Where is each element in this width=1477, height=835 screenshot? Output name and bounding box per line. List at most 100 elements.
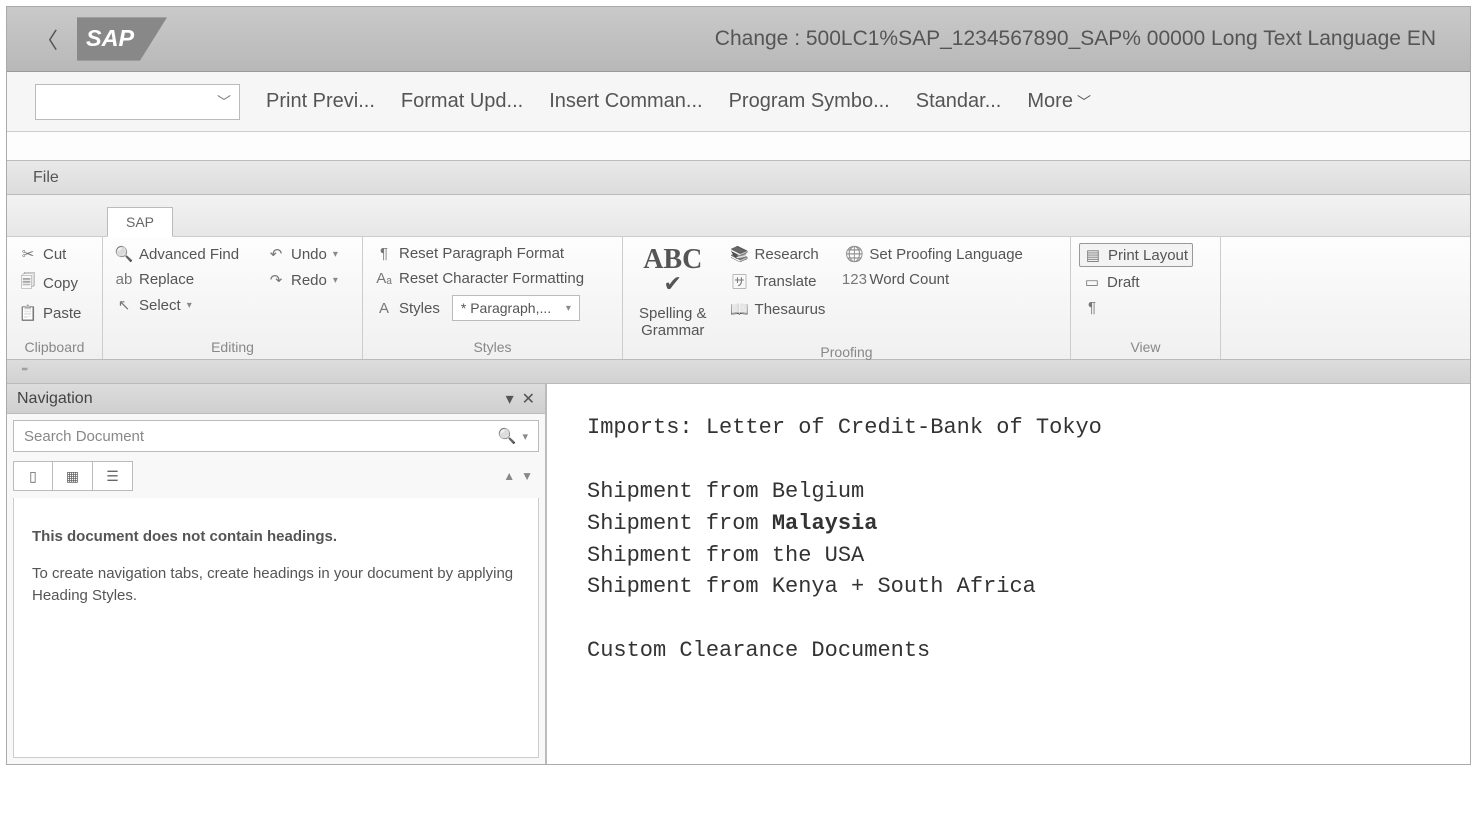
doc-line4a: Shipment from [587, 511, 772, 536]
sap-toolbar: ﹀ Print Previ... Format Upd... Insert Co… [7, 72, 1470, 132]
paste-icon: 📋 [19, 304, 37, 322]
tab-sap[interactable]: SAP [107, 207, 173, 237]
advanced-find-label: Advanced Find [139, 246, 239, 263]
app-window: 〈 SAP Change : 500LC1%SAP_1234567890_SAP… [6, 6, 1471, 765]
doc-line8: Custom Clearance Documents [587, 638, 930, 663]
copy-icon: 🗐 [19, 271, 37, 296]
styles-dropdown-value: * Paragraph,... [461, 300, 551, 316]
spellcheck-icon: ABC ✔ [643, 245, 702, 302]
language-icon: 🌐 [845, 245, 863, 263]
draft-label: Draft [1107, 274, 1140, 291]
reset-char-icon: Aₐ [375, 270, 393, 287]
styles-icon: A [375, 300, 393, 317]
copy-button[interactable]: 🗐Copy [15, 269, 85, 298]
navigation-pane: Navigation ▾ ✕ Search Document 🔍 ▾ ▯ ▦ [7, 384, 547, 764]
nav-down-icon[interactable]: ▼ [521, 469, 533, 483]
toolbar-more-label: More [1027, 90, 1073, 112]
advanced-find-button[interactable]: 🔍 Advanced Find [111, 243, 257, 265]
command-field[interactable]: ﹀ [35, 84, 240, 120]
word-count-icon: 123 [845, 271, 863, 288]
menu-file[interactable]: File [33, 169, 59, 187]
set-lang-label: Set Proofing Language [869, 246, 1022, 263]
spelling-label: Spelling & Grammar [639, 306, 707, 339]
undo-label: Undo [291, 246, 327, 263]
select-label: Select [139, 297, 181, 314]
binoculars-icon: 🔍 [115, 245, 133, 263]
nav-tab-pages[interactable]: ▦ [53, 461, 93, 491]
cut-button[interactable]: ✂Cut [15, 243, 85, 265]
translate-button[interactable]: 🈂 Translate [727, 269, 830, 294]
navigation-tabs: ▯ ▦ ☰ ▲ ▼ [13, 460, 539, 492]
group-styles: ¶ Reset Paragraph Format Aₐ Reset Characte… [363, 237, 623, 359]
chevron-down-icon: ▾ [187, 300, 192, 311]
word-menubar: File [7, 161, 1470, 195]
research-button[interactable]: 📚 Research [727, 243, 830, 265]
nav-msg-hint: To create navigation tabs, create headin… [32, 563, 520, 608]
word-count-button[interactable]: 123Word Count [841, 269, 1026, 290]
ribbon-tabstrip: SAP [7, 195, 1470, 237]
paste-button[interactable]: 📋Paste [15, 302, 85, 324]
back-button[interactable]: 〈 [21, 13, 73, 65]
search-placeholder: Search Document [24, 428, 144, 445]
nav-close-icon[interactable]: ✕ [522, 389, 535, 409]
show-marks-button[interactable]: ¶ [1079, 297, 1193, 318]
replace-button[interactable]: abReplace [111, 269, 257, 290]
thesaurus-icon: 📖 [731, 300, 749, 318]
research-label: Research [755, 246, 819, 263]
reset-character-button[interactable]: Aₐ Reset Character Formatting [371, 268, 588, 289]
navigation-title-bar: Navigation ▾ ✕ [7, 384, 545, 414]
nav-msg-no-headings: This document does not contain headings. [32, 526, 520, 549]
styles-label: Styles [399, 300, 440, 317]
undo-icon: ↶ [267, 245, 285, 263]
draft-button[interactable]: ▭Draft [1079, 271, 1193, 293]
print-layout-label: Print Layout [1108, 247, 1188, 264]
spelling-grammar-button[interactable]: ABC ✔ Spelling & Grammar [631, 243, 715, 341]
nav-dropdown-icon[interactable]: ▾ [506, 389, 514, 409]
doc-line6: Shipment from Kenya + South Africa [587, 574, 1036, 599]
translate-label: Translate [755, 273, 817, 290]
chevron-down-icon: ▾ [333, 275, 338, 286]
toolbar-insert-command[interactable]: Insert Comman... [549, 90, 702, 113]
styles-button[interactable]: A Styles [371, 298, 444, 319]
sap-logo: SAP [77, 17, 167, 61]
translate-icon: 🈂 [731, 271, 749, 292]
doc-line5: Shipment from the USA [587, 543, 864, 568]
reset-char-label: Reset Character Formatting [399, 270, 584, 287]
group-styles-label: Styles [371, 336, 614, 359]
pilcrow-icon: ¶ [1083, 299, 1101, 316]
group-view: ▤Print Layout ▭Draft ¶ View [1071, 237, 1221, 359]
redo-label: Redo [291, 272, 327, 289]
undo-button[interactable]: ↶Undo ▾ [263, 243, 342, 265]
group-view-label: View [1079, 336, 1212, 359]
nav-up-icon[interactable]: ▲ [503, 469, 515, 483]
nav-tab-results[interactable]: ☰ [93, 461, 133, 491]
reset-para-icon: ¶ [375, 245, 393, 262]
navigation-search-input[interactable]: Search Document 🔍 ▾ [13, 420, 539, 452]
group-clipboard: ✂Cut 🗐Copy 📋Paste Clipboard [7, 237, 103, 359]
styles-dropdown[interactable]: * Paragraph,... ▾ [452, 295, 580, 321]
thesaurus-button[interactable]: 📖Thesaurus [727, 298, 830, 320]
navigation-body: This document does not contain headings.… [13, 498, 539, 758]
chevron-down-icon: ▾ [566, 303, 571, 314]
group-proofing: ABC ✔ Spelling & Grammar 📚 Research 🈂 Tran… [623, 237, 1071, 359]
toolbar-print-preview[interactable]: Print Previ... [266, 90, 375, 113]
chevron-down-icon: ▾ [522, 430, 528, 443]
toolbar-program-symbol[interactable]: Program Symbo... [729, 90, 890, 113]
nav-tab-headings[interactable]: ▯ [13, 461, 53, 491]
redo-button[interactable]: ↷Redo ▾ [263, 269, 342, 291]
toolbar-format-upd[interactable]: Format Upd... [401, 90, 523, 113]
set-proofing-language-button[interactable]: 🌐 Set Proofing Language [841, 243, 1026, 265]
document-area[interactable]: Imports: Letter of Credit-Bank of Tokyo … [547, 384, 1470, 764]
reset-paragraph-button[interactable]: ¶ Reset Paragraph Format [371, 243, 588, 264]
research-icon: 📚 [731, 245, 749, 263]
reset-para-label: Reset Paragraph Format [399, 245, 564, 262]
toolbar-more[interactable]: More﹀ [1027, 90, 1091, 113]
toolbar-standard[interactable]: Standar... [916, 90, 1002, 113]
group-editing-label: Editing [111, 336, 354, 359]
word-editor: File SAP ✂Cut 🗐Copy 📋Paste Clipboard [7, 160, 1470, 764]
print-layout-button[interactable]: ▤Print Layout [1079, 243, 1193, 267]
select-button[interactable]: ↖Select ▾ [111, 294, 257, 316]
window-title: Change : 500LC1%SAP_1234567890_SAP% 0000… [715, 27, 1456, 51]
document-text: Imports: Letter of Credit-Bank of Tokyo … [587, 412, 1430, 667]
chevron-left-icon: 〈 [36, 23, 58, 55]
